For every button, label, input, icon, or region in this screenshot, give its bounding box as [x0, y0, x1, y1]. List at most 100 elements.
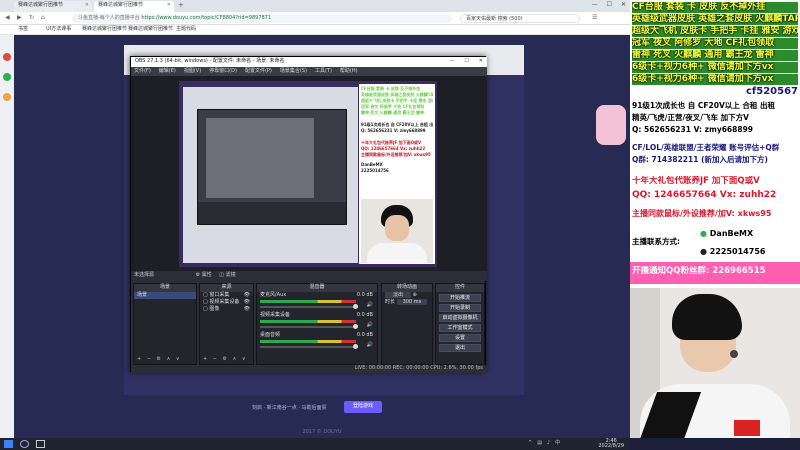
volume-slider-handle[interactable]: [353, 304, 358, 309]
menu-tools[interactable]: 工具(T): [315, 69, 332, 74]
obs-window: OBS 27.1.3 (64-bit, windows) - 配置文件: 未命名…: [130, 56, 487, 373]
preview-webcam: [361, 199, 433, 263]
bookmark-item[interactable]: 赛峰达城聚行团推节: [128, 27, 173, 32]
network-icon[interactable]: ▤: [537, 441, 542, 446]
webcam-feed: [630, 288, 800, 438]
bookmark-item[interactable]: 主题代码: [176, 27, 196, 32]
studio-mode-button[interactable]: 工作室模式: [439, 324, 481, 332]
source-item[interactable]: ▢ 图像 👁: [200, 306, 253, 313]
refresh-icon[interactable]: ↻: [29, 15, 34, 21]
volume-slider[interactable]: [260, 306, 356, 308]
menu-scene-collection[interactable]: 场景集合(S): [280, 69, 307, 74]
menu-profile[interactable]: 配置文件(P): [245, 69, 272, 74]
sidebar-app-icon[interactable]: [3, 53, 11, 61]
duration-input[interactable]: 300 ms: [396, 299, 428, 305]
exit-button[interactable]: 退出: [439, 344, 481, 352]
menu-view[interactable]: 视图(V): [184, 69, 201, 74]
minimize-button[interactable]: —: [592, 2, 598, 8]
new-tab-button[interactable]: +: [178, 2, 184, 9]
input-method-icon[interactable]: 中: [555, 441, 560, 446]
scenes-toolbar[interactable]: + − ⚙ ∧ ∨: [134, 356, 196, 364]
qq-icon: ●: [700, 247, 707, 256]
obs-preview[interactable]: CF台服 套装 卡 皮肤 反不掉外挂 英雄级武器皮肤 英雄之套皮肤 火麒麟TAR…: [131, 76, 487, 271]
bookmark-item[interactable]: 赛峰达城聚行团推节: [82, 27, 127, 32]
channel-name: 桌面音频: [260, 332, 281, 338]
maximize-button[interactable]: ☐: [607, 2, 612, 8]
overlay-line: 6级卡+视力6种+ 微信请加下方vx: [632, 62, 798, 73]
menu-docks[interactable]: 停靠窗口(D): [209, 69, 237, 74]
close-button[interactable]: ✕: [621, 2, 626, 8]
login-game-button[interactable]: 登陆游戏: [344, 401, 382, 413]
overlay-line: 精英/飞虎/正营/夜叉/飞车 加下方V: [632, 113, 749, 122]
menu-help[interactable]: 帮助(H): [340, 69, 358, 74]
visibility-icon[interactable]: 👁: [244, 293, 250, 298]
close-icon[interactable]: ✕: [167, 3, 171, 8]
home-icon[interactable]: ⌂: [41, 15, 45, 21]
start-icon[interactable]: [4, 440, 13, 448]
extensions-icon[interactable]: ☰: [592, 15, 597, 21]
preview-overlay-line: 英雄级武器皮肤 英雄之套皮肤 火麒麟TAR技能: [361, 92, 433, 97]
volume-icon[interactable]: ♪: [547, 441, 550, 446]
volume-slider-handle[interactable]: [353, 324, 358, 329]
url-input[interactable]: 斗鱼直播-每个人的直播平台 https://www.douyu.com/topi…: [72, 14, 452, 23]
preview-overlay-line: CF台服 套装 卡 皮肤 反不掉外挂: [361, 86, 421, 91]
visibility-icon[interactable]: 👁: [244, 300, 250, 305]
visibility-icon[interactable]: 👁: [244, 307, 250, 312]
volume-slider[interactable]: [260, 346, 356, 348]
channel-volume: 0.0 dB: [356, 292, 373, 298]
taskbar-clock[interactable]: 2:46 2022/8/29: [598, 439, 624, 449]
maximize-button[interactable]: ☐: [464, 59, 468, 64]
transition-select[interactable]: 淡出 ⊕: [382, 292, 432, 299]
close-icon[interactable]: ✕: [85, 3, 89, 8]
wechat-icon[interactable]: [3, 73, 11, 81]
bookmark-item[interactable]: 书签: [18, 27, 28, 32]
filters-button[interactable]: ◫ 滤镜: [219, 272, 235, 278]
browser-tab-1[interactable]: 赛峰达城聚行团推节 ✕: [14, 1, 92, 12]
overlay-line: QQ: 1246657664 Vx: zuhh22: [632, 190, 777, 200]
overlay-line: 91级1次成长也 自 CF20V以上 合租 出租: [632, 101, 775, 110]
close-button[interactable]: ✕: [479, 59, 483, 64]
mascot-image[interactable]: [596, 105, 626, 145]
bookmark-item[interactable]: UI方法课事: [46, 27, 71, 32]
start-recording-button[interactable]: 开始录制: [439, 304, 481, 312]
forward-icon[interactable]: ▶: [17, 15, 22, 21]
preview-overlay-line: 2225014756: [361, 168, 389, 173]
properties-button[interactable]: ⚙ 属性: [196, 272, 212, 278]
sidebar-app-icon[interactable]: [3, 93, 11, 101]
start-virtual-camera-button[interactable]: 启动虚拟摄像机: [439, 314, 481, 322]
minimize-button[interactable]: —: [449, 59, 454, 64]
scene-item[interactable]: 场景: [134, 292, 196, 299]
add-transition-icon[interactable]: ⊕: [413, 292, 417, 298]
settings-button[interactable]: 设置: [439, 334, 481, 342]
source-item[interactable]: ▢ 窗口采集 👁: [200, 292, 253, 299]
obs-context-bar: 未选择源 ⚙ 属性 ◫ 滤镜: [131, 271, 487, 281]
search-icon[interactable]: [20, 440, 29, 448]
menu-file[interactable]: 文件(F): [134, 69, 151, 74]
speaker-icon[interactable]: 🔊: [367, 343, 373, 348]
contact-qq: 2225014756: [709, 247, 766, 256]
clock-date: 2022/8/29: [598, 443, 624, 449]
speaker-icon[interactable]: 🔊: [367, 323, 373, 328]
task-view-icon[interactable]: [36, 440, 45, 448]
search-input[interactable]: 百家天佑最新 搜索 (500): [460, 14, 580, 23]
transition-value: 淡出: [385, 292, 412, 298]
level-meter: [260, 300, 356, 303]
mixer-title: 混音器: [257, 284, 377, 292]
overlay-line: 6级卡+视力6种+ 微信请加下方vx: [632, 74, 798, 85]
volume-slider-handle[interactable]: [353, 344, 358, 349]
speaker-icon[interactable]: 🔊: [367, 303, 373, 308]
start-streaming-button[interactable]: 开始推流: [439, 294, 481, 302]
obs-title: OBS 27.1.3 (64-bit, windows) - 配置文件: 未命名…: [135, 58, 285, 64]
volume-slider[interactable]: [260, 326, 356, 328]
source-item[interactable]: ▢ 视频采集设备 👁: [200, 299, 253, 306]
menu-edit[interactable]: 编辑(E): [159, 69, 176, 74]
chevron-up-icon[interactable]: ^: [528, 441, 532, 446]
back-icon[interactable]: ◀: [5, 15, 10, 21]
duration-label: 时长: [385, 299, 396, 305]
browser-tab-2[interactable]: 赛峰达城聚行团推节 ✕: [94, 1, 174, 12]
system-tray: ^ ▤ ♪ 中: [528, 441, 560, 446]
sources-toolbar[interactable]: + − ⚙ ∧ ∨: [200, 356, 253, 364]
stream-overlay-panel: CF台服 套装 卡 皮肤 反不掉外挂 英雄级武器皮肤 英雄之套皮肤 火麒麟TAR…: [630, 0, 800, 288]
footer-text: 刻启 · 新江南谷一点 · 马勒后面贸: [252, 405, 327, 411]
preview-overlay-line: DanBeMX: [361, 162, 383, 167]
